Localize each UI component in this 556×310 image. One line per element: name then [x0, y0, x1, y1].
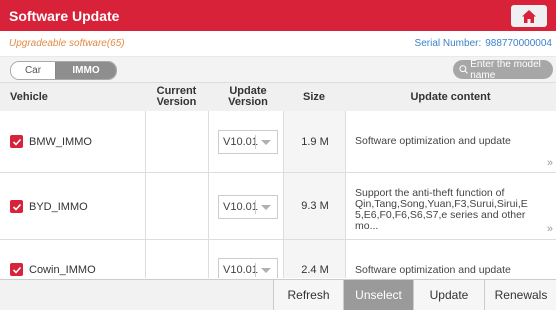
action-bar: Refresh Unselect Update Renewals [0, 279, 556, 310]
version-value: V10.01 [223, 264, 258, 276]
size-cell: 9.3 M [283, 173, 346, 239]
immo-tab[interactable]: IMMO [55, 62, 116, 79]
update-content-cell: Software optimization and update [345, 240, 556, 278]
search-input[interactable]: Enter the model name [453, 58, 553, 81]
header-size: Size [302, 90, 325, 103]
home-button[interactable] [511, 5, 547, 27]
vehicle-cell: BYD_IMMO [10, 200, 88, 213]
vehicle-cell: Cowin_IMMO [10, 263, 96, 276]
update-content-text: Support the anti-theft function of Qin,T… [355, 187, 528, 232]
current-version-cell [145, 173, 209, 239]
update-content-cell: Support the anti-theft function of Qin,T… [345, 173, 556, 239]
size-value: 1.9 M [301, 135, 329, 148]
serial-label: Serial Number: [414, 38, 482, 49]
search-placeholder: Enter the model name [470, 58, 541, 81]
size-value: 9.3 M [301, 200, 329, 212]
table-row: BMW_IMMO V10.01 1.9 M Software optimizat… [0, 111, 556, 173]
upgradeable-count: Upgradeable software(65) [9, 38, 125, 49]
row-checkbox[interactable] [10, 200, 23, 213]
info-row: Upgradeable software(65) Serial Number: 9… [0, 31, 556, 57]
chevron-down-icon [261, 204, 271, 210]
category-toggle: Car model IMMO [10, 61, 117, 80]
title-bar: Software Update [0, 0, 556, 31]
header-current-version: Current Version [156, 85, 197, 108]
version-select[interactable]: V10.01 [218, 130, 278, 154]
update-version-cell: V10.01 [208, 111, 284, 172]
expand-icon[interactable]: » [547, 223, 553, 235]
current-version-cell [145, 240, 209, 278]
check-icon [12, 203, 21, 211]
select-divider [255, 200, 256, 214]
header-update-content: Update content [410, 90, 491, 103]
update-version-cell: V10.01 [208, 173, 284, 239]
vehicle-name: BYD_IMMO [29, 200, 88, 213]
table-row: Cowin_IMMO V10.01 2.4 M Software optimiz… [0, 240, 556, 278]
update-content-cell: Software optimization and update » [345, 111, 556, 172]
vehicle-name: Cowin_IMMO [29, 263, 96, 276]
size-cell: 1.9 M [283, 111, 346, 172]
version-select[interactable]: V10.01 [218, 258, 278, 278]
refresh-button[interactable]: Refresh [273, 280, 343, 310]
version-select[interactable]: V10.01 [218, 195, 278, 219]
size-cell: 2.4 M [283, 240, 346, 278]
current-version-cell [145, 111, 209, 172]
serial-value: 988770000004 [485, 38, 552, 49]
header-vehicle: Vehicle [10, 90, 48, 103]
renewals-button[interactable]: Renewals [484, 280, 556, 310]
update-content-text: Software optimization and update [355, 264, 511, 276]
row-checkbox[interactable] [10, 135, 23, 148]
header-update-version: Update Version [228, 85, 268, 108]
select-divider [255, 135, 256, 149]
table-row: BYD_IMMO V10.01 9.3 M Support the anti-t… [0, 173, 556, 240]
search-icon [459, 65, 468, 74]
select-divider [255, 263, 256, 277]
chevron-down-icon [261, 267, 271, 273]
update-button[interactable]: Update [413, 280, 484, 310]
version-value: V10.01 [223, 136, 258, 148]
page-title: Software Update [9, 7, 120, 24]
version-value: V10.01 [223, 201, 258, 213]
size-value: 2.4 M [301, 264, 329, 276]
vehicle-name: BMW_IMMO [29, 135, 92, 148]
chevron-down-icon [261, 139, 271, 145]
check-icon [12, 266, 21, 274]
serial-number: Serial Number: 988770000004 [415, 38, 552, 49]
car-model-tab[interactable]: Car model [11, 62, 55, 79]
row-checkbox[interactable] [10, 263, 23, 276]
filter-row: Car model IMMO Enter the model name [0, 57, 556, 82]
expand-icon[interactable]: » [547, 157, 553, 169]
table-header: Vehicle Current Version Update Version S… [0, 82, 556, 112]
check-icon [12, 138, 21, 146]
unselect-button[interactable]: Unselect [343, 280, 413, 310]
update-content-text: Software optimization and update [355, 135, 511, 147]
update-version-cell: V10.01 [208, 240, 284, 278]
vehicle-cell: BMW_IMMO [10, 135, 92, 148]
home-icon [522, 9, 536, 23]
table-body: BMW_IMMO V10.01 1.9 M Software optimizat… [0, 111, 556, 278]
